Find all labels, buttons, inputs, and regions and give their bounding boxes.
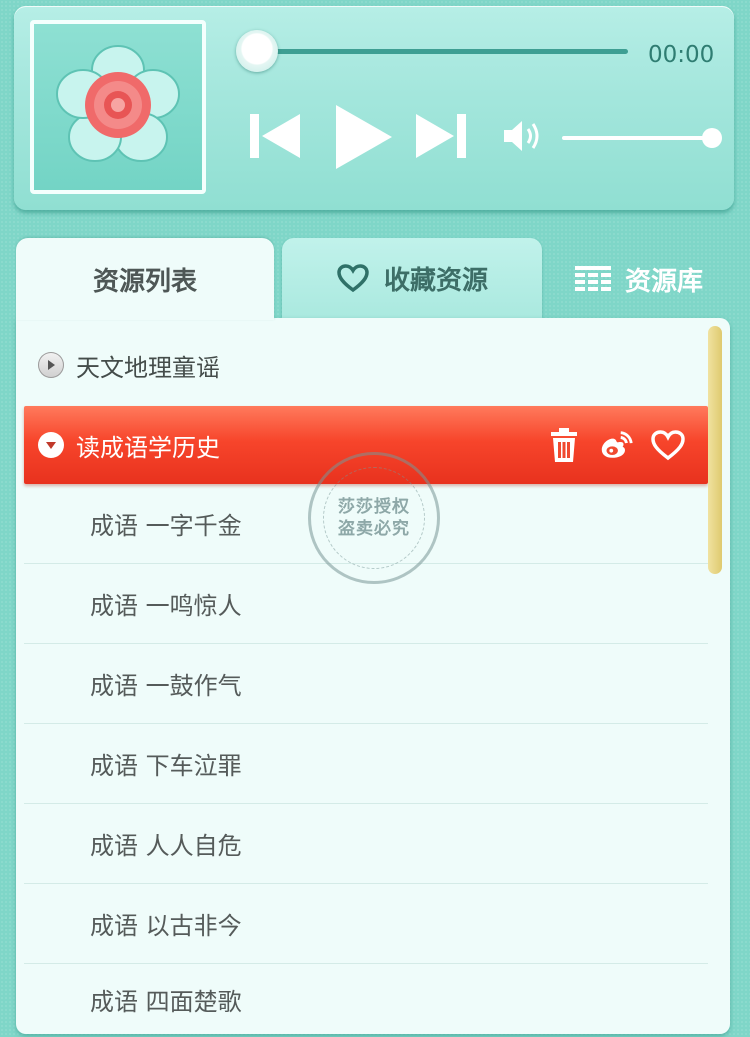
progress-bar[interactable] xyxy=(236,30,628,72)
tab-label: 收藏资源 xyxy=(383,265,488,296)
tab-library[interactable]: 资源库 xyxy=(554,238,724,320)
music-player: 00:00 xyxy=(14,6,734,210)
list-item[interactable]: 成语 一鸣惊人 xyxy=(24,564,708,644)
volume-button[interactable] xyxy=(502,118,544,154)
item-label: 成语 四面楚歌 xyxy=(90,987,242,1016)
caret-down-icon[interactable] xyxy=(38,432,64,458)
group-label: 读成语学历史 xyxy=(76,433,220,462)
next-icon xyxy=(416,114,466,158)
time-display: 00:00 xyxy=(648,42,715,68)
scrollbar-thumb[interactable] xyxy=(708,326,722,574)
list-item[interactable]: 成语 人人自危 xyxy=(24,804,708,884)
list-item[interactable]: 成语 下车泣罪 xyxy=(24,724,708,804)
play-button[interactable] xyxy=(332,102,396,172)
list-group[interactable]: 天文地理童谣 xyxy=(24,326,708,404)
flower-icon xyxy=(56,45,180,162)
tab-resource-list[interactable]: 资源列表 xyxy=(16,238,274,320)
volume-knob[interactable] xyxy=(702,128,722,148)
group-label: 天文地理童谣 xyxy=(76,353,220,382)
tab-label: 资源列表 xyxy=(92,266,197,297)
volume-slider[interactable] xyxy=(562,126,722,150)
next-button[interactable] xyxy=(412,112,468,160)
tab-favorites[interactable]: 收藏资源 xyxy=(282,238,542,318)
list-item[interactable]: 成语 一字千金 xyxy=(24,484,708,564)
item-label: 成语 一鼓作气 xyxy=(90,672,242,700)
album-cover xyxy=(30,20,206,194)
heart-icon xyxy=(336,263,370,293)
previous-icon xyxy=(250,114,300,158)
list-item[interactable]: 成语 四面楚歌 xyxy=(24,964,708,1034)
list-item[interactable]: 成语 以古非今 xyxy=(24,884,708,964)
weibo-share-icon[interactable] xyxy=(598,426,634,464)
caret-right-icon[interactable] xyxy=(38,352,64,378)
progress-track[interactable] xyxy=(256,49,628,54)
group-actions xyxy=(546,426,686,464)
volume-track[interactable] xyxy=(562,136,712,140)
item-label: 成语 下车泣罪 xyxy=(90,752,242,780)
list-item[interactable]: 成语 一鼓作气 xyxy=(24,644,708,724)
list-group-selected[interactable]: 读成语学历史 xyxy=(24,406,708,484)
tab-label: 资源库 xyxy=(624,266,703,297)
progress-knob[interactable] xyxy=(236,30,278,72)
item-label: 成语 人人自危 xyxy=(90,832,242,860)
grid-icon xyxy=(574,266,611,292)
item-label: 成语 以古非今 xyxy=(90,912,242,940)
item-label: 成语 一字千金 xyxy=(90,512,242,540)
previous-button[interactable] xyxy=(248,112,304,160)
item-label: 成语 一鸣惊人 xyxy=(90,592,242,620)
trash-icon[interactable] xyxy=(546,426,582,464)
play-icon xyxy=(336,105,392,169)
heart-icon[interactable] xyxy=(650,426,686,464)
speaker-icon xyxy=(504,121,539,151)
